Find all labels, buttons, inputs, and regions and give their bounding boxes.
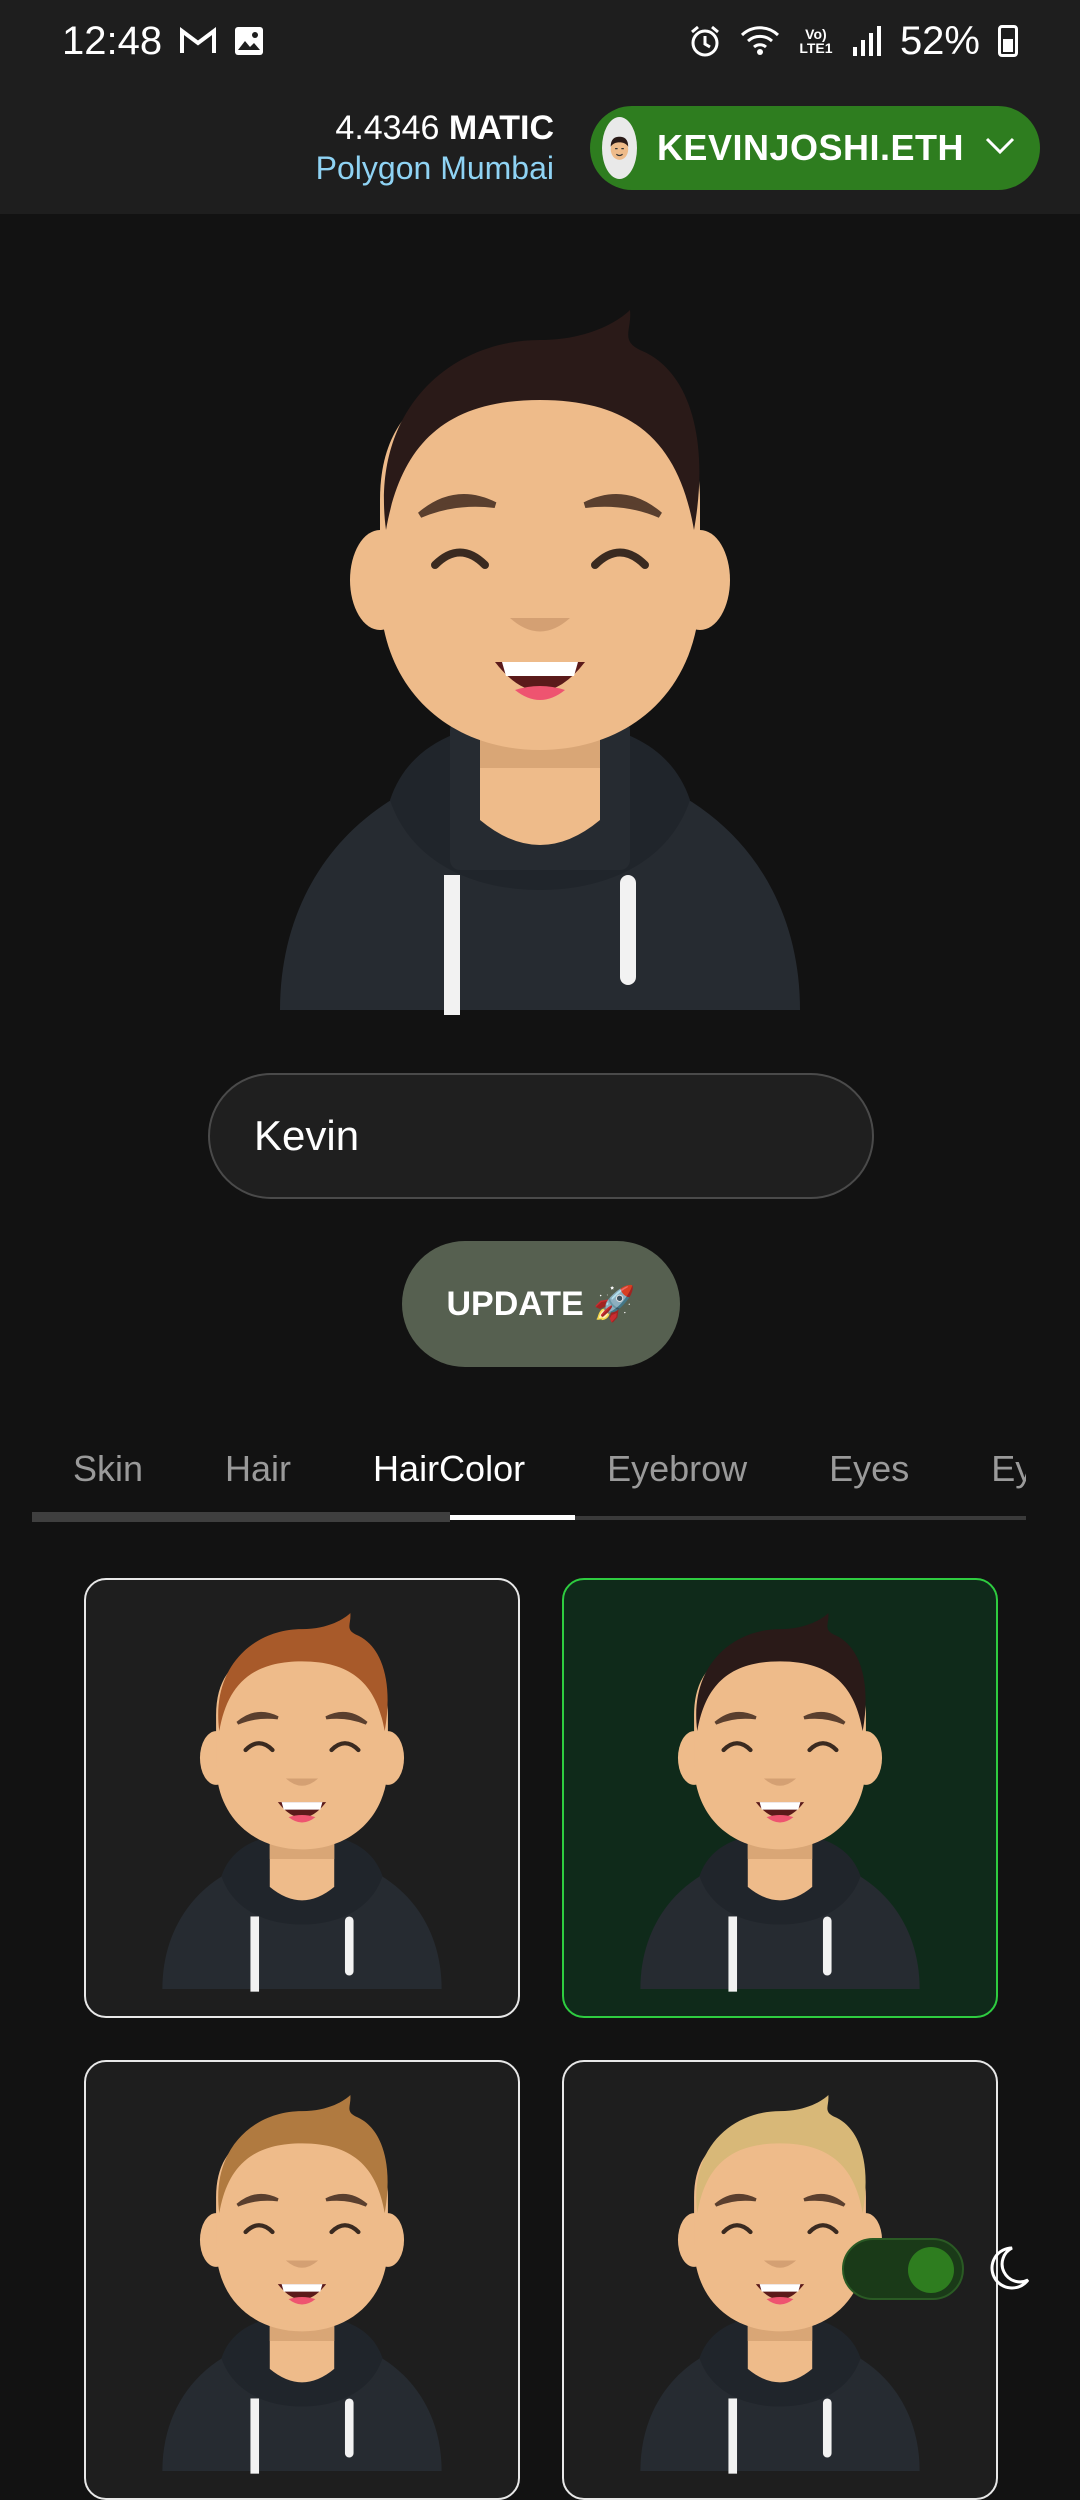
gmail-icon — [180, 27, 217, 55]
battery-icon — [998, 25, 1018, 57]
moon-icon — [990, 2246, 1030, 2290]
wifi-icon — [740, 25, 780, 57]
status-bar: 12:48 Vo) LTE1 52% — [0, 0, 1080, 82]
tab-hair[interactable]: Hair — [184, 1430, 332, 1512]
signal-icon — [852, 25, 882, 57]
update-button[interactable]: UPDATE 🚀 — [402, 1241, 680, 1367]
balance-amount: 4.4346 — [335, 109, 440, 148]
gallery-icon — [234, 26, 264, 56]
name-input[interactable] — [208, 1073, 874, 1199]
chevron-down-icon — [984, 136, 1016, 161]
tab-list: Skin Hair HairColor Eyebrow Eyes Ey — [32, 1430, 1026, 1512]
app-header: 4.4346 MATIC Polygon Mumbai KEVINJOSHI.E… — [0, 82, 1080, 214]
status-time: 12:48 — [62, 18, 163, 63]
customization-tabs: Skin Hair HairColor Eyebrow Eyes Ey — [32, 1430, 1026, 1520]
hair-color-option[interactable] — [562, 1578, 998, 2018]
battery-percent: 52% — [899, 18, 980, 63]
network-name: Polygon Mumbai — [315, 150, 554, 187]
theme-toggle[interactable] — [842, 2238, 964, 2300]
hair-color-option[interactable] — [84, 2060, 520, 2500]
account-name: KEVINJOSHI.ETH — [656, 127, 964, 168]
avatar-thumbnail — [162, 1613, 442, 1992]
account-button[interactable]: KEVINJOSHI.ETH — [590, 106, 1040, 190]
tab-skin[interactable]: Skin — [32, 1430, 184, 1512]
avatar-thumbnail — [162, 2095, 442, 2474]
tab-haircolor[interactable]: HairColor — [332, 1430, 566, 1512]
balance-unit: MATIC — [448, 109, 554, 148]
alarm-icon — [688, 24, 722, 58]
avatar-preview — [280, 310, 800, 1015]
hair-color-option[interactable] — [84, 1578, 520, 2018]
wallet-balance: 4.4346 MATIC Polygon Mumbai — [316, 108, 554, 187]
avatar-thumbnail — [640, 1613, 920, 1992]
account-avatar — [602, 117, 637, 179]
tab-eyebrow[interactable]: Eyebrow — [566, 1430, 788, 1512]
tab-eyes[interactable]: Eyes — [788, 1430, 950, 1512]
tabs-scrollbar[interactable] — [32, 1512, 450, 1522]
volte-icon: Vo) LTE1 — [799, 26, 833, 56]
tab-eyes-partial[interactable]: Ey — [950, 1430, 1026, 1512]
toggle-knob — [908, 2247, 954, 2293]
